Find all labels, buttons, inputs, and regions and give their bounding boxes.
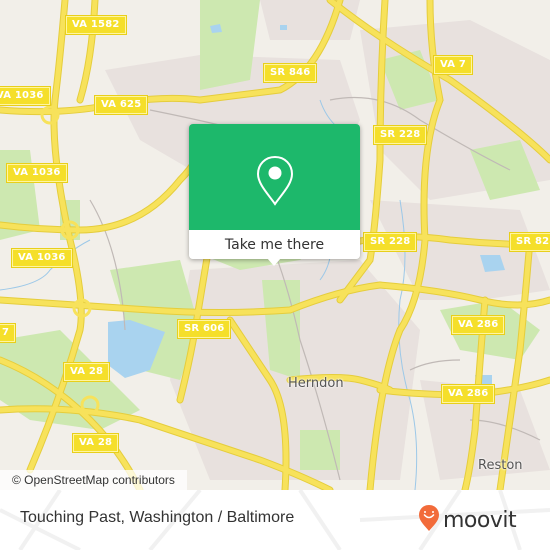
road-shield: VA 7 (432, 55, 474, 75)
place-label-herndon: Herndon (288, 376, 344, 391)
road-shield: VA 28 (71, 433, 120, 453)
footer: Touching Past, Washington / Baltimore mo… (0, 490, 550, 550)
place-title: Touching Past, Washington / Baltimore (20, 509, 295, 526)
road-shield: VA 1036 (11, 248, 73, 268)
map-attribution[interactable]: © OpenStreetMap contributors (0, 470, 187, 490)
road-shield: 7 (0, 323, 17, 343)
take-me-there-button[interactable]: Take me there (189, 230, 360, 259)
road-shield: SR 606 (176, 319, 232, 339)
road-shield: SR 228 (372, 125, 428, 145)
moovit-wordmark: moovit (443, 507, 517, 533)
road-shield: VA 1582 (65, 15, 127, 35)
popup-header (189, 124, 360, 230)
location-popup: Take me there (189, 124, 360, 266)
road-shield: VA 1036 (6, 163, 68, 183)
location-pin-icon (255, 154, 295, 212)
road-shield: VA 625 (93, 95, 149, 115)
road-shield: SR 828 (508, 232, 550, 252)
take-me-there-label: Take me there (224, 236, 325, 253)
moovit-smiley-pin-icon (418, 504, 440, 536)
popup-pointer (267, 258, 281, 266)
road-shield: VA 1036 (0, 86, 51, 106)
moovit-logo[interactable]: moovit (418, 504, 517, 536)
road-shield: SR 228 (362, 232, 418, 252)
road-shield: VA 286 (450, 315, 506, 335)
road-shield: VA 28 (62, 362, 111, 382)
road-shield: VA 286 (440, 384, 496, 404)
attribution-text: © OpenStreetMap contributors (12, 473, 175, 487)
place-label-reston: Reston (478, 458, 523, 473)
map[interactable]: VA 1582 VA 1036 VA 625 SR 846 VA 7 SR 22… (0, 0, 550, 490)
road-shield: SR 846 (262, 63, 318, 83)
